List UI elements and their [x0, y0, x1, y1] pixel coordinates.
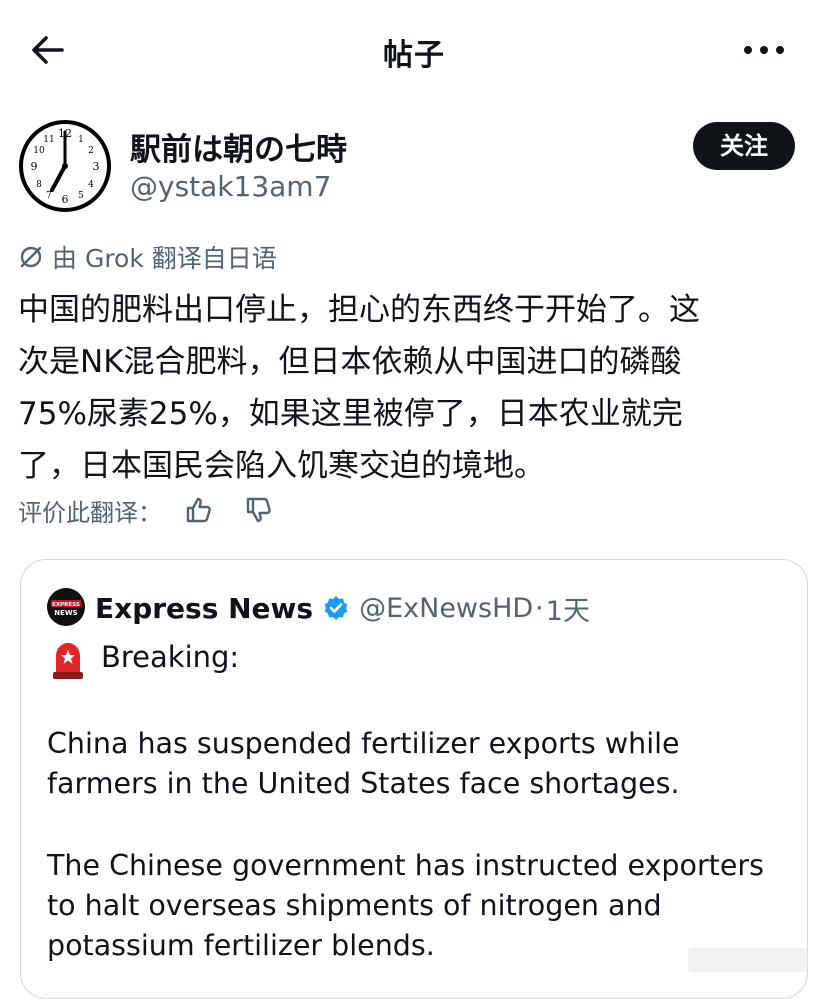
svg-text:NEWS: NEWS [54, 609, 77, 617]
svg-text:7: 7 [46, 191, 52, 201]
author-avatar[interactable]: 12 3 6 9 1 2 4 5 7 8 10 11 [18, 119, 112, 213]
thumbs-down-icon [246, 497, 271, 523]
quoted-paragraph: The Chinese government has instructed ex… [47, 846, 764, 966]
verified-badge-icon [323, 595, 349, 621]
quoted-post-header: Express News @ExNewsHD · 1天 [95, 588, 590, 628]
separator-dot: · [535, 592, 544, 624]
page-title: 帖子 [383, 38, 445, 73]
wall-clock-icon: 12 3 6 9 1 2 4 5 7 8 10 11 [19, 120, 111, 212]
quoted-author-name[interactable]: Express News [95, 592, 313, 625]
svg-text:4: 4 [88, 180, 94, 190]
siren-icon [51, 640, 85, 680]
rate-translation-row: 评价此翻译： [18, 490, 274, 530]
post-line: 75%尿素25%，如果这里被停了，日本农业就完 [18, 396, 683, 432]
quoted-line: to halt overseas shipments of nitrogen a… [47, 889, 662, 922]
breaking-label: Breaking: [101, 640, 240, 674]
quoted-author-avatar[interactable]: EXPRESS NEWS [47, 588, 85, 626]
quoted-post-time: 1天 [545, 595, 590, 627]
top-bar: 帖子 [0, 0, 828, 100]
watermark [688, 948, 808, 972]
more-horizontal-icon [744, 46, 784, 54]
thumbs-up-button[interactable] [184, 495, 214, 525]
follow-button[interactable]: 关注 [693, 122, 795, 170]
svg-text:10: 10 [33, 146, 45, 156]
thumbs-down-button[interactable] [244, 495, 274, 525]
svg-text:1: 1 [78, 135, 84, 145]
translation-note: 由 Grok 翻译自日语 [18, 240, 277, 274]
post-line: 中国的肥料出口停止，担心的东西终于开始了。这 [18, 292, 700, 328]
rate-translation-label: 评价此翻译： [18, 498, 162, 527]
author-display-name[interactable]: 駅前は朝の七時 [130, 124, 347, 169]
quoted-line: China has suspended fertilizer exports w… [47, 727, 680, 760]
quoted-line: The Chinese government has instructed ex… [47, 849, 764, 882]
quoted-line: potassium fertilizer blends. [47, 929, 435, 962]
svg-text:3: 3 [93, 160, 100, 173]
thumbs-up-icon [186, 497, 211, 523]
quoted-author-handle: @ExNewsHD [359, 592, 534, 624]
quoted-paragraph: China has suspended fertilizer exports w… [47, 724, 680, 804]
quoted-line: farmers in the United States face shorta… [47, 767, 680, 800]
svg-text:11: 11 [43, 135, 54, 145]
quoted-post-card[interactable]: EXPRESS NEWS Express News @ExNewsHD · 1天… [20, 559, 808, 999]
post-line: 次是NK混合肥料，但日本依赖从中国进口的磷酸 [18, 344, 682, 380]
slashed-circle-icon [20, 246, 42, 268]
svg-text:2: 2 [88, 146, 94, 156]
svg-text:8: 8 [36, 180, 42, 190]
author-handle[interactable]: @ystak13am7 [130, 170, 331, 203]
svg-text:5: 5 [78, 191, 84, 201]
post-line: 了，日本国民会陷入饥寒交迫的境地。 [18, 448, 545, 484]
svg-text:6: 6 [62, 193, 69, 206]
more-button[interactable] [740, 32, 788, 68]
post-text: 中国的肥料出口停止，担心的东西终于开始了。这 次是NK混合肥料，但日本依赖从中国… [18, 284, 818, 492]
svg-text:9: 9 [31, 160, 38, 173]
svg-text:EXPRESS: EXPRESS [52, 602, 80, 608]
express-news-logo: EXPRESS NEWS [47, 588, 85, 626]
translation-note-text: 由 Grok 翻译自日语 [52, 244, 277, 273]
